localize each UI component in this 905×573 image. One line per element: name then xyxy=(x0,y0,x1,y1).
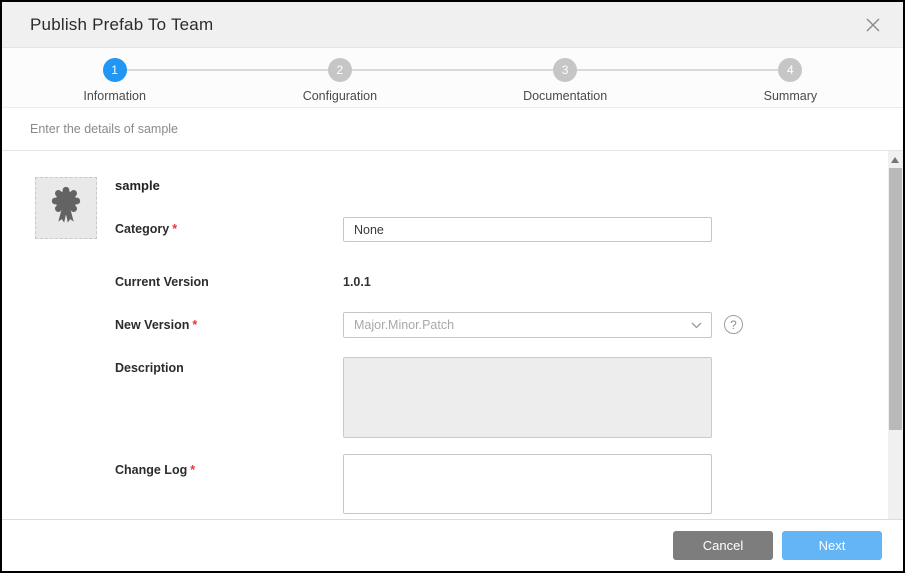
help-icon[interactable]: ? xyxy=(724,315,743,334)
new-version-select[interactable] xyxy=(343,312,712,338)
description-textarea xyxy=(343,357,712,438)
chevron-down-icon xyxy=(691,316,702,334)
step-configuration[interactable]: 2 Configuration xyxy=(227,58,452,107)
next-button[interactable]: Next xyxy=(782,531,882,560)
change-log-textarea[interactable] xyxy=(343,454,712,514)
step-1-label: Information xyxy=(83,89,146,103)
description-label: Description xyxy=(115,361,184,375)
step-information[interactable]: 1 Information xyxy=(2,58,227,107)
publish-prefab-dialog: Publish Prefab To Team 1 Information 2 C… xyxy=(0,0,905,573)
cancel-button[interactable]: Cancel xyxy=(673,531,773,560)
form-content: sample Category* Current Version 1.0.1 N… xyxy=(2,151,903,519)
step-3-label: Documentation xyxy=(523,89,607,103)
step-4-circle: 4 xyxy=(778,58,802,82)
wizard-stepper: 1 Information 2 Configuration 3 Document… xyxy=(2,48,903,108)
current-version-label: Current Version xyxy=(115,275,209,289)
change-log-label: Change Log* xyxy=(115,463,195,477)
rosette-badge-icon xyxy=(46,186,86,231)
step-1-circle: 1 xyxy=(103,58,127,82)
subtitle-bar: Enter the details of sample xyxy=(2,108,903,151)
required-asterisk: * xyxy=(192,318,197,332)
category-label: Category* xyxy=(115,222,177,236)
current-version-value: 1.0.1 xyxy=(343,275,371,289)
required-asterisk: * xyxy=(190,463,195,477)
scroll-up-icon[interactable] xyxy=(891,157,899,163)
step-2-circle: 2 xyxy=(328,58,352,82)
new-version-input[interactable] xyxy=(344,313,691,337)
new-version-label: New Version* xyxy=(115,318,197,332)
step-summary[interactable]: 4 Summary xyxy=(678,58,903,107)
step-4-label: Summary xyxy=(764,89,817,103)
dialog-header: Publish Prefab To Team xyxy=(2,2,903,48)
subtitle-text: Enter the details of sample xyxy=(30,122,178,136)
dialog-title: Publish Prefab To Team xyxy=(30,15,863,35)
category-input[interactable] xyxy=(343,217,712,242)
vertical-scrollbar[interactable] xyxy=(888,151,903,519)
step-2-label: Configuration xyxy=(303,89,377,103)
scrollbar-thumb[interactable] xyxy=(889,168,902,430)
dialog-footer: Cancel Next xyxy=(2,519,903,571)
step-documentation[interactable]: 3 Documentation xyxy=(453,58,678,107)
asset-name: sample xyxy=(115,178,160,193)
close-icon[interactable] xyxy=(863,15,883,35)
required-asterisk: * xyxy=(172,222,177,236)
step-3-circle: 3 xyxy=(553,58,577,82)
prefab-thumbnail[interactable] xyxy=(35,177,97,239)
